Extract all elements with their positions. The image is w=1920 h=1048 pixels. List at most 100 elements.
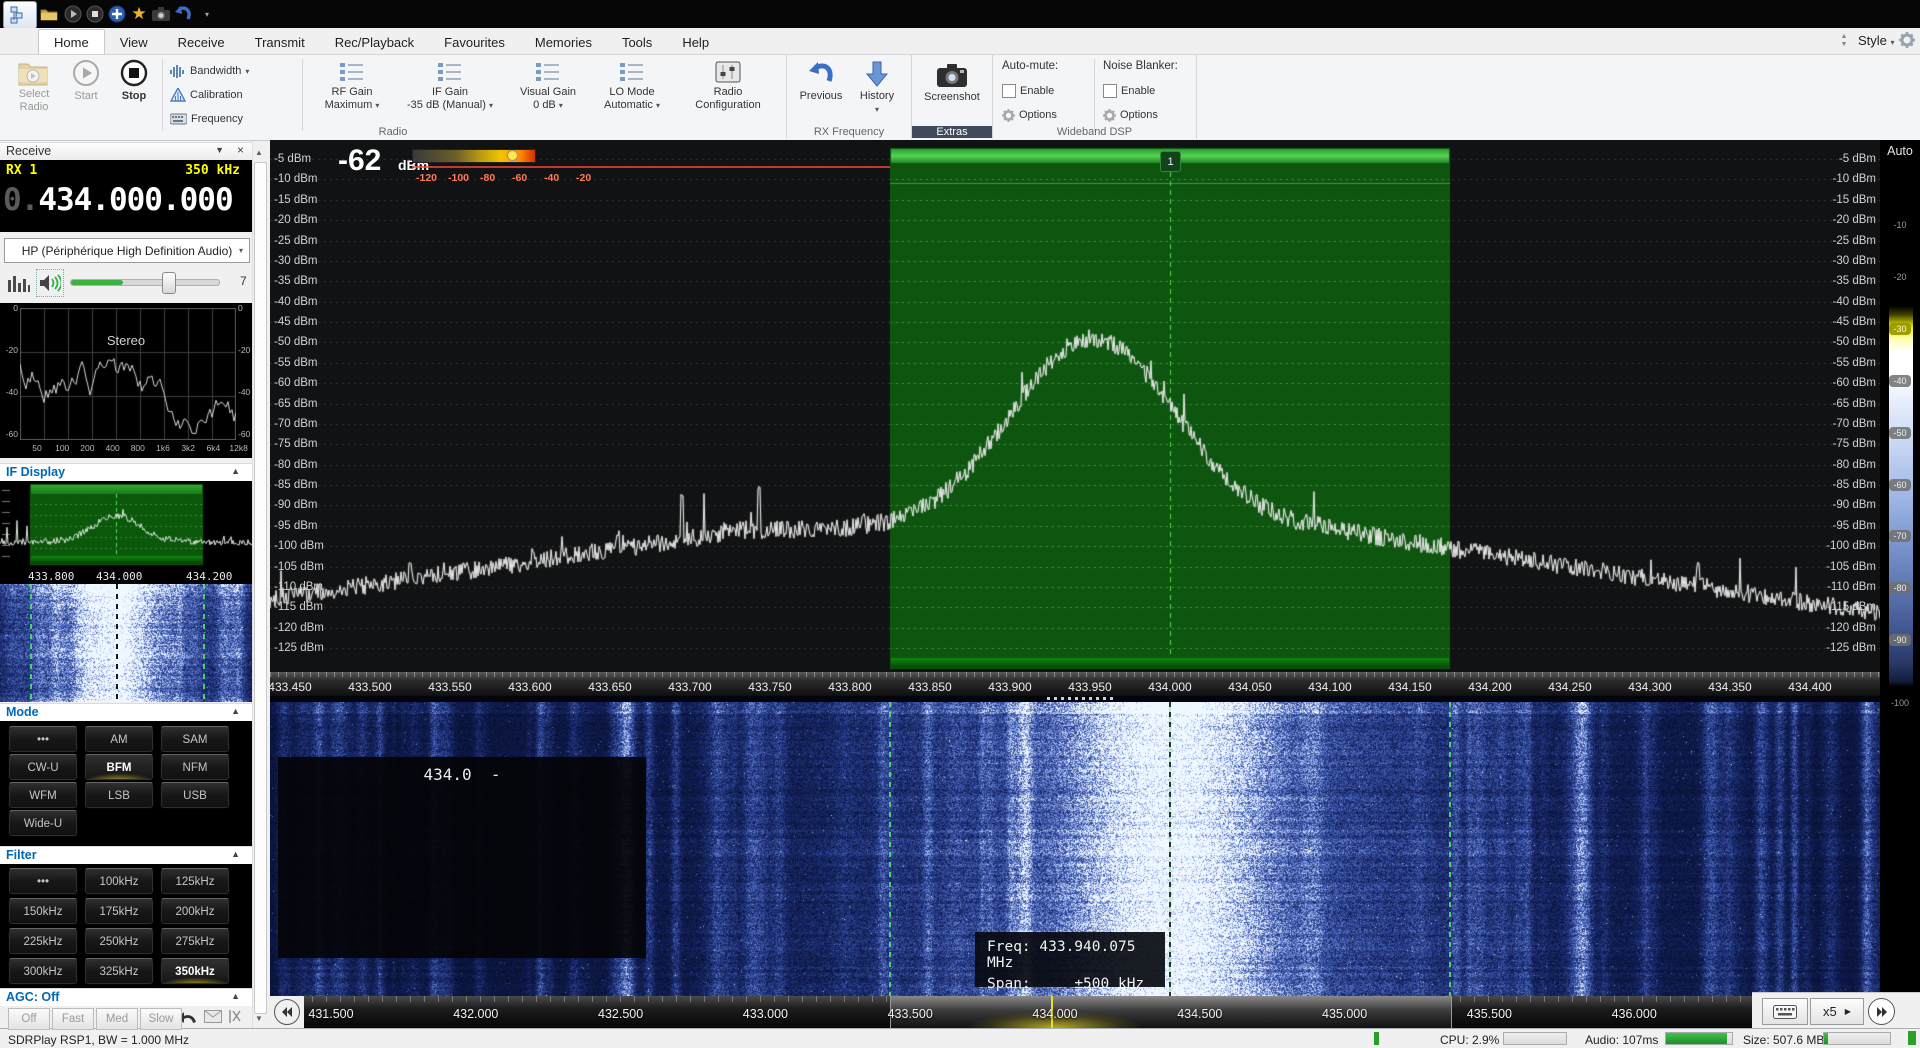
visual-gain-button[interactable]: Visual Gain 0 dB ▾ [506,58,590,112]
waterfall-zoom-button[interactable]: x5▶ [1810,998,1864,1025]
mode-button-bfm[interactable]: BFM [84,754,154,781]
db-label-left: -115 dBm [274,600,323,614]
history-button[interactable]: History ▾ [851,58,903,116]
lo-mode-button[interactable]: LO Mode Automatic ▾ [592,58,672,112]
collapse-icon[interactable]: ▲ [231,991,240,1001]
spectrum-freq-axis[interactable]: 433.450433.500433.550433.600433.650433.7… [270,672,1880,696]
if-gain-button[interactable]: IF Gain -35 dB (Manual) ▾ [398,58,502,112]
mode-button-lsb[interactable]: LSB [84,782,154,809]
panel-close-icon[interactable]: × [237,143,244,157]
previous-button[interactable]: Previous [793,58,849,103]
auto-mute-options-button[interactable]: Options [1002,105,1057,125]
scroll-up-icon[interactable]: ▲ [255,148,263,157]
filter-button-300khz[interactable]: 300kHz [8,958,78,985]
filter-button-[interactable]: ••• [8,868,78,895]
spectrum-canvas[interactable] [270,140,1880,672]
mode-button-wideu[interactable]: Wide-U [8,810,78,837]
equalizer-icon[interactable] [8,274,30,292]
agc-button-med[interactable]: Med [96,1008,138,1030]
db-label-left: -65 dBm [274,397,317,411]
menu-tab-receive[interactable]: Receive [163,30,240,54]
agc-button-off[interactable]: Off [8,1008,50,1030]
stop-button[interactable]: Stop [112,58,156,103]
db-label-left: -10 dBm [274,172,317,186]
auto-mute-enable-checkbox[interactable]: Enable [1002,81,1054,101]
filter-button-150khz[interactable]: 150kHz [8,898,78,925]
band-scrollbar[interactable]: 431.500432.000432.500433.000433.500434.0… [270,996,1880,1028]
mode-button-sam[interactable]: SAM [160,726,230,753]
filter-button-175khz[interactable]: 175kHz [84,898,154,925]
audio-device-select[interactable]: HP (Périphérique High Definition Audio) … [4,238,250,263]
noise-blanker-options-button[interactable]: Options [1103,105,1158,125]
noise-blanker-enable-checkbox[interactable]: Enable [1103,81,1155,101]
mode-button-nfm[interactable]: NFM [160,754,230,781]
scrollbar-thumb[interactable] [254,162,267,1014]
region-marker-badge[interactable]: 1 [1160,151,1181,172]
mute-speaker-button[interactable] [36,269,64,297]
app-menu-button[interactable] [3,1,37,29]
divider-drag-handle[interactable] [1047,697,1113,700]
ribbon-group-label-extras: Extras [912,126,992,138]
audio-spectrum-panel[interactable]: Stereo 0-20-40-60 0-20-40-60 50100200400… [0,303,252,458]
mode-button-wfm[interactable]: WFM [8,782,78,809]
ribbon-collapse-icon[interactable]: ▲▼ [1836,33,1852,51]
open-folder-icon[interactable] [38,3,60,25]
agc-button-fast[interactable]: Fast [52,1008,94,1030]
waterfall-palette-gradient[interactable] [1889,166,1913,990]
quick-access-more-icon[interactable]: ▾ [196,3,218,25]
collapse-icon[interactable]: ▲ [231,466,240,476]
record-stop-icon[interactable] [84,3,106,25]
camera-icon[interactable] [150,3,172,25]
db-label-right: -45 dBm [1796,315,1876,329]
collapse-icon[interactable]: ▲ [231,849,240,859]
mode-button-usb[interactable]: USB [160,782,230,809]
mode-button-cwu[interactable]: CW-U [8,754,78,781]
select-radio-button[interactable]: SelectRadio [8,58,60,114]
gear-icon[interactable] [1899,32,1915,53]
filter-button-250khz[interactable]: 250kHz [84,928,154,955]
filter-button-225khz[interactable]: 225kHz [8,928,78,955]
panel-dropdown-icon[interactable]: ▼ [215,145,224,155]
menu-tab-help[interactable]: Help [667,30,724,54]
favourite-star-icon[interactable]: ★ [128,3,150,25]
frequency-lcd[interactable]: RX 1 350 kHz 0.434.000.000 [0,160,252,232]
record-play-icon[interactable] [62,3,84,25]
volume-slider-handle[interactable] [162,272,176,294]
band-scroll-right-button[interactable] [1868,998,1895,1025]
keyboard-button[interactable] [1762,998,1808,1025]
filter-button-125khz[interactable]: 125kHz [160,868,230,895]
menu-tab-view[interactable]: View [105,30,163,54]
menu-tab-transmit[interactable]: Transmit [240,30,320,54]
envelope-icon[interactable] [204,1010,222,1023]
undo-icon[interactable] [172,3,194,25]
menu-tab-memories[interactable]: Memories [520,30,607,54]
filter-button-200khz[interactable]: 200kHz [160,898,230,925]
screenshot-button[interactable]: Screenshot [919,58,985,104]
radio-configuration-button[interactable]: RadioConfiguration [676,58,780,112]
panel-scrollbar[interactable]: ▲ ▼ [252,142,267,1028]
if-display-panel[interactable]: 433.800 434.000 434.200 [0,481,252,702]
mode-button-[interactable]: ••• [8,726,78,753]
frequency-display[interactable]: 0.434.000.000 [3,182,233,218]
bandwidth-button[interactable]: Bandwidth▾ [170,61,249,81]
agc-button-slow[interactable]: Slow [140,1008,182,1030]
palette-auto-button[interactable]: Auto [1880,140,1920,158]
rf-gain-button[interactable]: RF Gain Maximum ▾ [308,58,396,112]
collapse-icon[interactable]: ▲ [231,706,240,716]
menu-tab-home[interactable]: Home [38,29,105,54]
menu-tab-favourites[interactable]: Favourites [429,30,520,54]
mode-button-am[interactable]: AM [84,726,154,753]
filter-button-350khz[interactable]: 350kHz [160,958,230,985]
filter-button-325khz[interactable]: 325kHz [84,958,154,985]
scroll-down-icon[interactable]: ▼ [255,1014,263,1023]
filter-button-275khz[interactable]: 275kHz [160,928,230,955]
filter-button-100khz[interactable]: 100kHz [84,868,154,895]
menu-tab-rec-playback[interactable]: Rec/Playback [320,30,429,54]
band-scroll-left-button[interactable] [274,999,300,1025]
calibration-button[interactable]: Calibration [170,85,243,105]
style-menu[interactable]: Style ▾ [1858,33,1895,48]
pencil-icon[interactable] [228,1009,242,1024]
start-button[interactable]: Start [64,58,108,103]
add-icon[interactable] [106,3,128,25]
menu-tab-tools[interactable]: Tools [607,30,667,54]
